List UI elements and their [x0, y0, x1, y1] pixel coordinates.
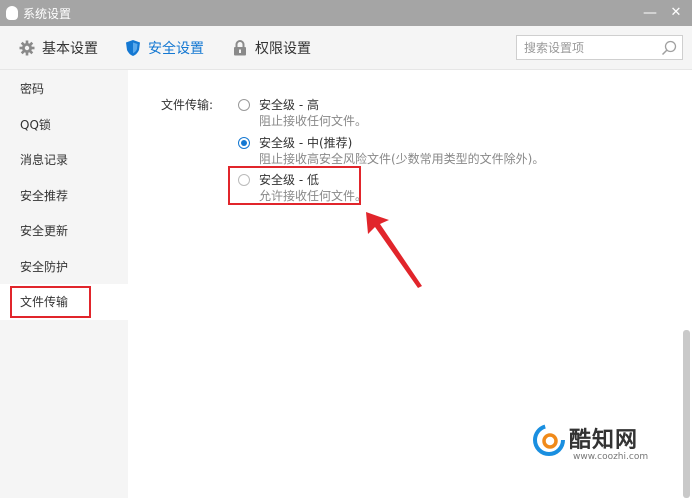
highlight-box	[10, 286, 91, 318]
close-button[interactable]: ✕	[664, 0, 688, 26]
search-icon[interactable]	[661, 40, 677, 56]
toolbar: 基本设置 安全设置 权限设置	[0, 26, 692, 70]
option-name: 安全级 - 低	[259, 173, 319, 187]
sidebar-item-label: 密码	[20, 82, 45, 96]
sidebar: 密码 QQ锁 消息记录 安全推荐 安全更新 安全防护 文件传输	[0, 70, 128, 498]
minimize-button[interactable]: —	[638, 0, 662, 26]
lock-icon	[231, 39, 249, 57]
sidebar-item-security-recommend[interactable]: 安全推荐	[0, 178, 128, 214]
tab-permission-settings[interactable]: 权限设置	[231, 26, 311, 70]
tab-label: 安全设置	[148, 41, 204, 57]
annotation-arrow-icon	[366, 212, 422, 288]
radio-button[interactable]	[238, 137, 250, 149]
sidebar-item-security-protection[interactable]: 安全防护	[0, 249, 128, 285]
radio-button[interactable]	[238, 99, 250, 111]
sidebar-item-label: QQ锁	[20, 118, 51, 132]
sidebar-item-security-update[interactable]: 安全更新	[0, 213, 128, 249]
sidebar-item-qq-lock[interactable]: QQ锁	[0, 107, 128, 143]
tab-basic-settings[interactable]: 基本设置	[18, 26, 98, 70]
radio-button[interactable]	[238, 174, 250, 186]
gear-icon	[18, 39, 36, 57]
sidebar-item-password[interactable]: 密码	[0, 71, 128, 107]
option-name: 安全级 - 中(推荐)	[259, 136, 353, 150]
tab-label: 基本设置	[42, 41, 98, 57]
shield-icon	[124, 39, 142, 57]
tab-label: 权限设置	[255, 41, 311, 57]
sidebar-item-label: 消息记录	[20, 153, 69, 167]
app-logo-icon	[6, 6, 18, 20]
sidebar-item-label: 安全防护	[20, 260, 69, 274]
file-transfer-label: 文件传输:	[161, 98, 214, 112]
watermark-logo-icon	[533, 424, 565, 456]
watermark: 酷知网 www.coozhi.com	[533, 418, 673, 468]
sidebar-item-label: 安全更新	[20, 224, 69, 238]
window-title: 系统设置	[23, 6, 72, 21]
watermark-url: www.coozhi.com	[573, 452, 649, 462]
sidebar-item-file-transfer[interactable]: 文件传输	[0, 284, 128, 320]
option-description: 阻止接收任何文件。	[259, 114, 368, 128]
title-bar: 系统设置 — ✕	[0, 0, 692, 26]
option-name: 安全级 - 高	[259, 98, 319, 112]
option-description: 允许接收任何文件。	[259, 189, 368, 203]
search-box	[516, 35, 683, 60]
sidebar-item-label: 安全推荐	[20, 189, 69, 203]
tab-security-settings[interactable]: 安全设置	[124, 26, 204, 70]
search-input[interactable]	[524, 36, 660, 59]
watermark-text: 酷知网	[569, 427, 639, 453]
option-description: 阻止接收高安全风险文件(少数常用类型的文件除外)。	[259, 152, 545, 166]
sidebar-item-message-history[interactable]: 消息记录	[0, 142, 128, 178]
scrollbar[interactable]	[683, 330, 690, 498]
